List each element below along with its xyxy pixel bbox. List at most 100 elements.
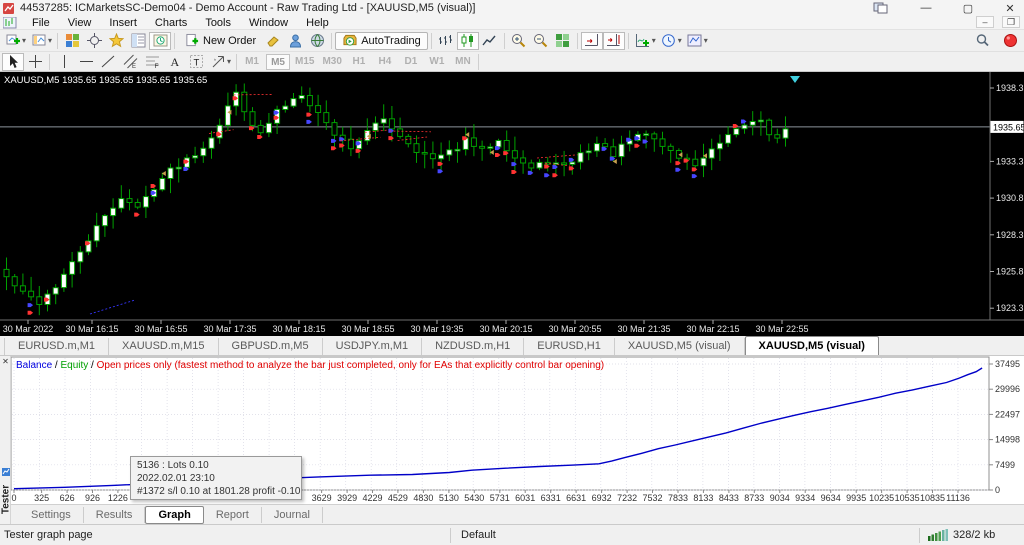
window-title: 44537285: ICMarketsSC-Demo04 - Demo Acco… [20, 2, 476, 14]
alert-icon[interactable] [999, 32, 1021, 50]
search-icon[interactable] [971, 32, 993, 50]
timeframe-m30[interactable]: M30 [319, 54, 344, 70]
cursor-sync-button[interactable] [83, 32, 105, 50]
text-label-button[interactable]: T [185, 53, 207, 71]
line-chart-button[interactable] [479, 32, 501, 50]
status-profile[interactable]: Default [451, 529, 919, 541]
templates-button[interactable] [684, 32, 706, 50]
new-chart-dropdown-icon[interactable]: ▾ [22, 36, 26, 45]
tester-tab-settings[interactable]: Settings [19, 506, 84, 523]
profiles-dropdown-icon[interactable]: ▾ [48, 36, 52, 45]
templates-dropdown-icon[interactable]: ▾ [704, 36, 708, 45]
tester-tab-graph[interactable]: Graph [145, 505, 204, 524]
eraser-button[interactable] [262, 32, 284, 50]
crosshair-tool-button[interactable] [24, 53, 46, 71]
menu-tools[interactable]: Tools [196, 17, 240, 29]
bar-chart-button[interactable] [435, 32, 457, 50]
menu-file[interactable]: File [23, 17, 59, 29]
cursor-tool-button[interactable] [2, 52, 24, 71]
profiles-button[interactable] [28, 32, 50, 50]
timeframe-m15[interactable]: M15 [292, 54, 317, 70]
periods-dropdown-icon[interactable]: ▾ [678, 36, 682, 45]
tester-tab-results[interactable]: Results [84, 506, 146, 523]
timeframe-h4[interactable]: H4 [373, 54, 397, 70]
menu-insert[interactable]: Insert [100, 17, 146, 29]
svg-text:4229: 4229 [362, 493, 382, 503]
menu-window[interactable]: Window [240, 17, 297, 29]
menu-help[interactable]: Help [297, 17, 338, 29]
svg-text:0: 0 [995, 485, 1000, 495]
trendline-button[interactable] [97, 53, 119, 71]
vertical-line-button[interactable] [53, 53, 75, 71]
autotrading-button[interactable]: AutoTrading [335, 31, 428, 50]
svg-text:A: A [170, 55, 179, 69]
auto-scroll-button[interactable] [580, 31, 603, 50]
scripts-button[interactable] [306, 32, 328, 50]
fibonacci-button[interactable]: F [141, 53, 163, 71]
chart-tab-3[interactable]: USDJPY.m,M1 [323, 338, 423, 355]
chart-tab-5[interactable]: EURUSD,H1 [524, 338, 615, 355]
svg-text:37495: 37495 [995, 359, 1020, 369]
market-watch-button[interactable] [127, 32, 149, 50]
child-minimize-button[interactable]: – [976, 16, 994, 28]
chart-tab-2[interactable]: GBPUSD.m,M5 [219, 338, 323, 355]
svg-text:10235: 10235 [869, 493, 894, 503]
minimize-button[interactable]: — [914, 2, 938, 14]
connection-traffic: 328/2 kb [953, 529, 996, 541]
svg-text:9634: 9634 [821, 493, 841, 503]
svg-text:1928.3: 1928.3 [996, 230, 1024, 240]
status-message: Tester graph page [4, 529, 93, 541]
new-chart-button[interactable] [2, 32, 24, 50]
tester-panel-label[interactable]: Tester [1, 480, 12, 520]
timeframe-w1[interactable]: W1 [425, 54, 449, 70]
arrows-dropdown-icon[interactable]: ▾ [227, 57, 231, 66]
timeframe-h1[interactable]: H1 [347, 54, 371, 70]
tester-tab-report[interactable]: Report [204, 506, 262, 523]
indicators-button[interactable] [632, 32, 654, 50]
strategy-tester-button[interactable] [149, 31, 172, 50]
line-studies-toolbar: E F A T ▾ M1 M5 M15 M30 H1 H4 D1 W1 MN [0, 52, 1024, 72]
timeframe-m5[interactable]: M5 [266, 53, 291, 70]
tester-close-icon[interactable]: ✕ [1, 357, 10, 366]
chart-tab-0[interactable]: EURUSD.m,M1 [4, 338, 110, 355]
svg-text:626: 626 [60, 493, 75, 503]
chart-tab-6[interactable]: XAUUSD,M5 (visual) [615, 338, 745, 355]
metatrader-window: 44537285: ICMarketsSC-Demo04 - Demo Acco… [0, 0, 1024, 545]
text-tool-button[interactable]: A [163, 53, 185, 71]
indicators-dropdown-icon[interactable]: ▾ [652, 36, 656, 45]
timeframe-mn[interactable]: MN [451, 54, 475, 70]
child-restore-button[interactable]: ❐ [1002, 16, 1020, 28]
chart-area[interactable]: XAUUSD,M5 1935.65 1935.65 1935.65 1935.6… [0, 72, 1024, 336]
docs-icon[interactable] [873, 1, 889, 15]
chart-shift-button[interactable] [602, 31, 625, 50]
title-bar: 44537285: ICMarketsSC-Demo04 - Demo Acco… [0, 0, 1024, 16]
timeframe-d1[interactable]: D1 [399, 54, 423, 70]
tile-windows-button[interactable] [552, 32, 574, 50]
new-order-button[interactable]: New Order [178, 32, 262, 50]
zoom-in-button[interactable] [508, 32, 530, 50]
svg-text:1935.65: 1935.65 [993, 122, 1024, 132]
chart-tab-7[interactable]: XAUUSD,M5 (visual) [744, 336, 879, 355]
expert-advisors-button[interactable] [284, 32, 306, 50]
zoom-out-button[interactable] [530, 32, 552, 50]
chart-tab-4[interactable]: NZDUSD.m,H1 [422, 338, 525, 355]
tile-charts-button[interactable] [61, 32, 83, 50]
arrows-tool-button[interactable] [207, 53, 229, 71]
connection-signal-icon [928, 529, 948, 541]
candlestick-chart-button[interactable] [456, 31, 479, 50]
maximize-button[interactable]: ▢ [956, 2, 980, 15]
svg-text:30 Mar 19:35: 30 Mar 19:35 [410, 324, 463, 334]
close-button[interactable]: ✕ [998, 2, 1022, 15]
tester-tab-journal[interactable]: Journal [262, 506, 323, 523]
equidistant-channel-button[interactable]: E [119, 53, 141, 71]
chart-tab-1[interactable]: XAUUSD.m,M15 [109, 338, 219, 355]
svg-text:30 Mar 22:15: 30 Mar 22:15 [686, 324, 739, 334]
periods-button[interactable] [658, 32, 680, 50]
menu-view[interactable]: View [59, 17, 101, 29]
tester-tab-bar: Settings Results Graph Report Journal [11, 504, 1024, 524]
favorites-button[interactable] [105, 32, 127, 50]
timeframe-m1[interactable]: M1 [240, 54, 264, 70]
menu-charts[interactable]: Charts [146, 17, 196, 29]
horizontal-line-button[interactable] [75, 53, 97, 71]
candlestick-chart[interactable]: XAUUSD,M5 1935.65 1935.65 1935.65 1935.6… [0, 72, 1024, 336]
